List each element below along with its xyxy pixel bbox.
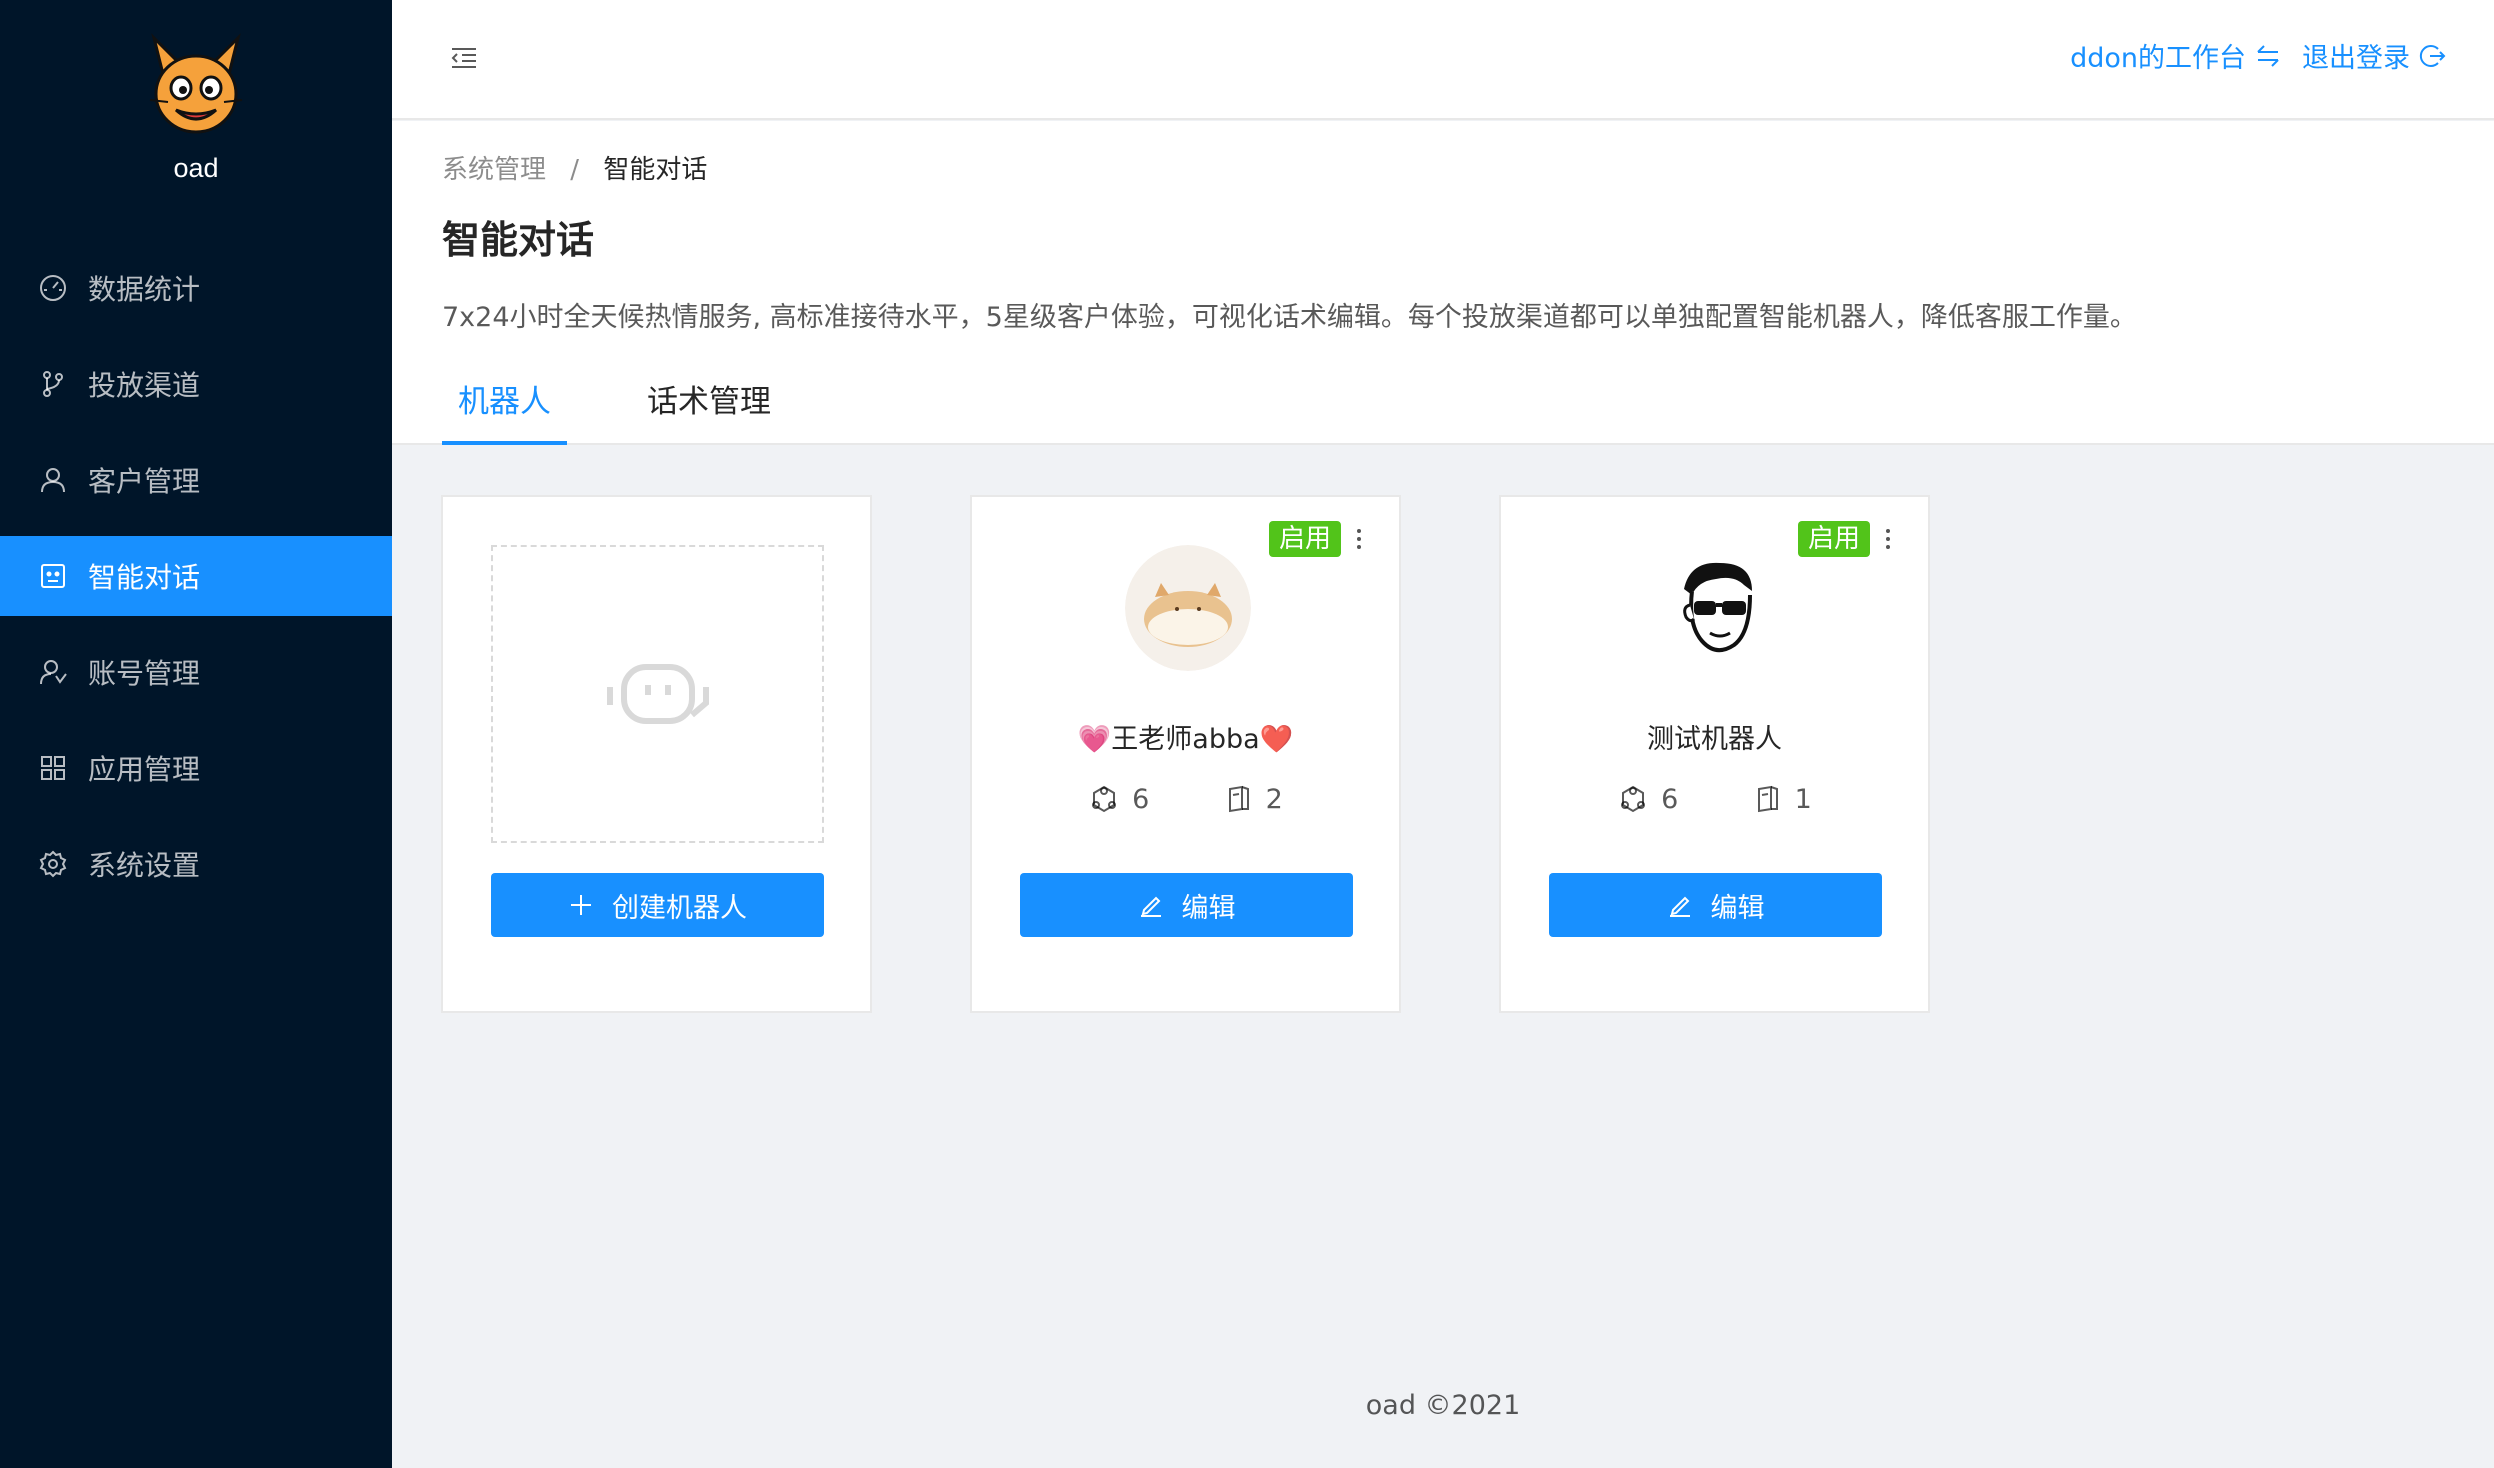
robot-card: 启用 测试机器人 6 1 编辑 (1499, 495, 1930, 1013)
edit-label: 编辑 (1181, 892, 1236, 923)
tab-scripts[interactable]: 话术管理 (631, 375, 787, 445)
sidebar-item-smart-chat[interactable]: 智能对话 (0, 536, 392, 616)
logout-label: 退出登录 (2302, 43, 2410, 74)
tabs: 机器人 话术管理 (442, 375, 851, 445)
stat-scripts-value: 1 (1794, 783, 1812, 815)
logout-icon (2419, 44, 2446, 67)
breadcrumb-current: 智能对话 (603, 155, 708, 185)
status-badge: 启用 (1268, 521, 1341, 557)
branch-icon (38, 369, 68, 399)
avatar (1654, 545, 1780, 671)
edit-label: 编辑 (1710, 892, 1765, 923)
edit-robot-button[interactable]: 编辑 (1020, 873, 1353, 937)
sidebar-item-label: 智能对话 (88, 561, 201, 594)
sidebar-item-accounts[interactable]: 账号管理 (0, 632, 392, 712)
breadcrumb: 系统管理 / 智能对话 (442, 149, 707, 186)
logout-link[interactable]: 退出登录 (2302, 36, 2446, 75)
sidebar-item-label: 数据统计 (88, 273, 201, 306)
deployment-unit-icon (1621, 785, 1646, 813)
edit-icon (1669, 896, 1690, 917)
sidebar-menu: 数据统计 投放渠道 客户管理 智能对话 账号管理 应用管理 系统设置 (0, 248, 392, 920)
create-robot-label: 创建机器人 (612, 892, 747, 923)
user-icon (38, 465, 68, 495)
sidebar-item-label: 应用管理 (88, 753, 201, 786)
robot-name: 测试机器人 (1647, 724, 1782, 755)
stat-scripts: 1 (1751, 783, 1812, 815)
footer: oad ©2021 (1365, 1390, 1521, 1421)
stat-scripts-value: 2 (1265, 783, 1283, 815)
workspace-label: ddon的工作台 (2070, 43, 2246, 74)
workspace-switch-link[interactable]: ddon的工作台 (2070, 36, 2282, 75)
avatar (1125, 545, 1251, 671)
team-icon (38, 657, 68, 687)
swap-icon (2257, 44, 2279, 67)
header-actions: ddon的工作台 退出登录 (2050, 36, 2446, 75)
robot-name: 💗王老师abba❤️ (1077, 724, 1294, 755)
sidebar-item-settings[interactable]: 系统设置 (0, 824, 392, 904)
sidebar-item-data-stats[interactable]: 数据统计 (0, 248, 392, 328)
edit-icon (1140, 896, 1161, 917)
robot-stats: 6 2 (972, 783, 1399, 815)
robot-card: 启用 💗王老师abba❤️ 6 2 编辑 (970, 495, 1401, 1013)
logo: oad (0, 30, 392, 184)
sidebar-item-label: 系统设置 (88, 849, 201, 882)
create-robot-card: 创建机器人 (441, 495, 872, 1013)
book-icon (1757, 785, 1778, 813)
cat-logo-icon (149, 33, 243, 134)
sidebar-item-apps[interactable]: 应用管理 (0, 728, 392, 808)
stat-channels-value: 6 (1132, 783, 1150, 815)
more-vertical-icon[interactable] (1882, 523, 1894, 555)
sidebar-item-label: 账号管理 (88, 657, 201, 690)
dashboard-icon (38, 273, 68, 303)
sidebar-item-label: 投放渠道 (88, 369, 201, 402)
stat-channels: 6 (1617, 783, 1678, 815)
sidebar-item-customers[interactable]: 客户管理 (0, 440, 392, 520)
stat-channels-value: 6 (1661, 783, 1679, 815)
tab-robots[interactable]: 机器人 (442, 375, 567, 445)
create-placeholder[interactable] (491, 545, 824, 843)
deployment-unit-icon (1092, 785, 1117, 813)
book-icon (1228, 785, 1249, 813)
stat-scripts: 2 (1222, 783, 1283, 815)
top-header: ddon的工作台 退出登录 (392, 0, 2494, 120)
robot-icon (38, 561, 68, 591)
appstore-icon (38, 753, 68, 783)
robot-stats: 6 1 (1501, 783, 1928, 815)
edit-robot-button[interactable]: 编辑 (1549, 873, 1882, 937)
more-vertical-icon[interactable] (1353, 523, 1365, 555)
cat-bread-avatar-icon (1125, 545, 1251, 671)
page-title: 智能对话 (442, 218, 595, 262)
robot-cards: 创建机器人 启用 💗王老师abba❤️ 6 2 编辑 启用 测试机器人 6 1 … (441, 495, 2028, 1013)
breadcrumb-parent[interactable]: 系统管理 (442, 155, 546, 185)
sidebar-item-label: 客户管理 (88, 465, 201, 498)
plus-icon (571, 895, 591, 915)
sidebar-item-channels[interactable]: 投放渠道 (0, 344, 392, 424)
sidebar: oad 数据统计 投放渠道 客户管理 智能对话 账号管理 应用管理 系统设置 (0, 0, 392, 1468)
status-badge: 启用 (1797, 521, 1870, 557)
setting-icon (38, 849, 68, 879)
stat-channels: 6 (1088, 783, 1149, 815)
breadcrumb-separator: / (570, 155, 580, 185)
logo-text: oad (173, 153, 219, 183)
menu-fold-icon[interactable] (448, 42, 480, 74)
sunglasses-man-avatar-icon (1654, 545, 1780, 671)
page-header: 系统管理 / 智能对话 智能对话 7x24小时全天候热情服务, 高标准接待水平，… (392, 121, 2494, 445)
page-description: 7x24小时全天候热情服务, 高标准接待水平，5星级客户体验，可视化话术编辑。每… (442, 302, 2137, 333)
create-robot-button[interactable]: 创建机器人 (491, 873, 824, 937)
robot-placeholder-icon (606, 664, 709, 724)
